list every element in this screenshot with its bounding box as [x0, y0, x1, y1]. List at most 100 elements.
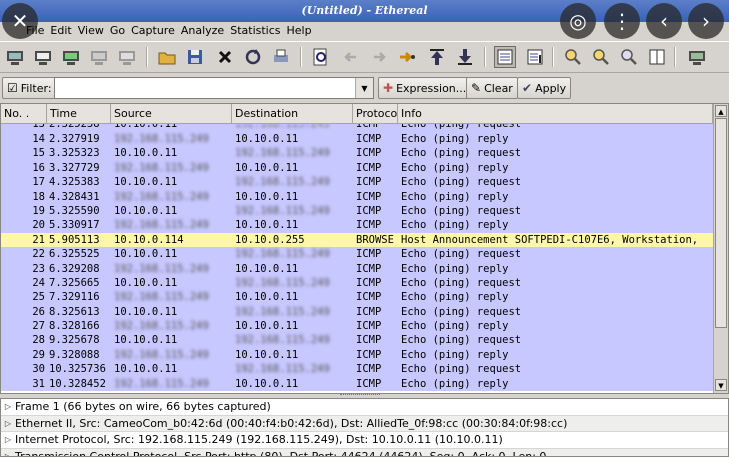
packet-row[interactable]: 23 6.329208 192.168.115.249 10.10.0.11 ICMP E… — [1, 261, 713, 276]
print-icon[interactable] — [270, 46, 292, 68]
packet-protocol: ICMP — [356, 190, 382, 203]
expand-triangle-icon[interactable]: ▷ — [1, 435, 15, 444]
zoom-in-icon[interactable] — [562, 46, 584, 68]
find-packet-icon[interactable] — [310, 46, 332, 68]
packet-no: 31 — [32, 377, 45, 390]
packet-row[interactable]: 18 4.328431 192.168.115.249 10.10.0.11 ICMP E… — [1, 189, 713, 204]
packet-row[interactable]: 13 2.325238 10.10.0.11 192.168.115.249 ICMP E… — [1, 124, 713, 132]
packet-no: 21 — [32, 233, 45, 246]
packet-time: 3.325323 — [49, 147, 100, 160]
zoom-normal-icon[interactable] — [618, 46, 640, 68]
column-header-no[interactable]: No. . — [1, 104, 47, 124]
packet-info: Echo (ping) request — [401, 147, 522, 160]
packet-destination: 10.10.0.11 — [235, 291, 299, 304]
capture-restart-icon[interactable] — [116, 46, 138, 68]
reload-icon[interactable] — [242, 46, 264, 68]
detail-row[interactable]: ▷ Ethernet II, Src: CameoCom_b0:42:6d (00… — [1, 415, 728, 432]
packet-list-scrollbar[interactable]: ▲ ▼ — [713, 104, 728, 393]
resize-columns-icon[interactable] — [646, 46, 668, 68]
clear-button[interactable]: ✎ Clear — [466, 77, 518, 99]
packet-row[interactable]: 22 6.325525 10.10.0.11 192.168.115.249 ICMP E… — [1, 247, 713, 262]
column-headers: No. . Time Source Destination Protocol I… — [1, 104, 713, 124]
column-header-info[interactable]: Info — [398, 104, 713, 124]
go-first-icon[interactable] — [426, 46, 448, 68]
go-back-icon[interactable] — [340, 46, 362, 68]
packet-row[interactable]: 14 2.327919 192.168.115.249 10.10.0.11 ICMP E… — [1, 132, 713, 147]
packet-row[interactable]: 29 9.328088 192.168.115.249 10.10.0.11 ICMP E… — [1, 347, 713, 363]
detail-row[interactable]: ▷ Frame 1 (66 bytes on wire, 66 bytes cap… — [1, 399, 728, 416]
expression-button[interactable]: ✚ Expression... — [378, 77, 472, 99]
packet-info: Echo (ping) reply — [401, 377, 509, 390]
packet-row[interactable]: 15 3.325323 10.10.0.11 192.168.115.249 ICMP E… — [1, 146, 713, 161]
scroll-up-arrow[interactable]: ▲ — [715, 105, 727, 117]
expand-triangle-icon[interactable]: ▷ — [1, 452, 15, 456]
menu-go[interactable]: Go — [108, 22, 129, 40]
packet-row[interactable]: 25 7.329116 192.168.115.249 10.10.0.11 ICMP E… — [1, 290, 713, 305]
packet-row[interactable]: 31 10.328452 192.168.115.249 10.10.0.11 ICMP… — [1, 376, 713, 392]
packet-source: 192.168.115.249 — [114, 161, 209, 174]
packet-no: 28 — [32, 334, 45, 347]
packet-info: Echo (ping) request — [401, 334, 522, 347]
column-header-time[interactable]: Time — [47, 104, 111, 124]
packet-row[interactable]: 21 5.905113 10.10.0.114 10.10.0.255 BROWSE Ho… — [1, 232, 713, 248]
scrollbar-thumb[interactable] — [715, 118, 727, 328]
zoom-out-icon[interactable] — [590, 46, 612, 68]
capture-stop-icon[interactable] — [88, 46, 110, 68]
packet-source: 192.168.115.249 — [114, 190, 209, 203]
packet-no: 16 — [32, 161, 45, 174]
apply-button[interactable]: ✔ Apply — [517, 77, 572, 99]
go-last-icon[interactable] — [454, 46, 476, 68]
expand-triangle-icon[interactable]: ▷ — [1, 402, 15, 411]
column-header-source[interactable]: Source — [111, 104, 232, 124]
menu-analyze[interactable]: Analyze — [179, 22, 228, 40]
menu-view[interactable]: View — [76, 22, 108, 40]
packet-row[interactable]: 19 5.325590 10.10.0.11 192.168.115.249 ICMP E… — [1, 203, 713, 219]
go-forward-icon[interactable] — [368, 46, 390, 68]
main-toolbar — [0, 41, 729, 73]
packet-row[interactable]: 27 8.328166 192.168.115.249 10.10.0.11 ICMP E… — [1, 319, 713, 334]
auto-scroll-icon[interactable] — [524, 46, 546, 68]
expand-triangle-icon[interactable]: ▷ — [1, 419, 15, 428]
capture-start-icon[interactable] — [60, 46, 82, 68]
capture-options-icon[interactable] — [32, 46, 54, 68]
packet-row[interactable]: 20 5.330917 192.168.115.249 10.10.0.11 ICMP E… — [1, 218, 713, 233]
packet-time: 7.325665 — [49, 276, 100, 289]
detail-row[interactable]: ▷ Internet Protocol, Src: 192.168.115.249… — [1, 432, 728, 449]
packet-protocol: ICMP — [356, 147, 382, 160]
filter-dropdown-arrow[interactable]: ▼ — [355, 78, 373, 98]
go-to-packet-icon[interactable] — [396, 46, 418, 68]
packet-info: Echo (ping) reply — [401, 348, 509, 361]
packet-row[interactable]: 28 9.325678 10.10.0.11 192.168.115.249 ICMP E… — [1, 333, 713, 348]
scroll-down-arrow[interactable]: ▼ — [715, 379, 727, 391]
packet-source: 192.168.115.249 — [114, 219, 209, 232]
open-file-icon[interactable] — [156, 46, 178, 68]
capture-interfaces-icon[interactable] — [4, 46, 26, 68]
packet-protocol: ICMP — [356, 248, 382, 261]
colorize-icon[interactable] — [494, 46, 516, 68]
close-file-icon[interactable] — [214, 46, 236, 68]
column-header-protocol[interactable]: Protocol — [353, 104, 398, 124]
column-header-destination[interactable]: Destination — [232, 104, 353, 124]
packet-row[interactable]: 26 8.325613 10.10.0.11 192.168.115.249 ICMP E… — [1, 304, 713, 320]
save-icon[interactable] — [184, 46, 206, 68]
menu-capture[interactable]: Capture — [129, 22, 179, 40]
packet-row[interactable]: 17 4.325383 10.10.0.11 192.168.115.249 ICMP E… — [1, 175, 713, 190]
packet-no: 29 — [32, 348, 45, 361]
filter-input[interactable]: ▼ — [54, 77, 374, 99]
menu-edit[interactable]: Edit — [48, 22, 75, 40]
packet-time: 9.325678 — [49, 334, 100, 347]
menu-file[interactable]: File — [4, 22, 48, 40]
filter-button[interactable]: ☑ Filter: — [2, 77, 57, 99]
detail-row[interactable]: ▷ Transmission Control Protocol, Src Port… — [1, 448, 728, 456]
capture-filters-icon[interactable] — [686, 46, 708, 68]
packet-time: 9.328088 — [49, 348, 100, 361]
packet-row[interactable]: 16 3.327729 192.168.115.249 10.10.0.11 ICMP E… — [1, 160, 713, 176]
packet-protocol: ICMP — [356, 176, 382, 189]
packet-destination: 192.168.115.249 — [235, 147, 330, 160]
packet-row[interactable]: 30 10.325736 10.10.0.11 192.168.115.249 ICMP… — [1, 362, 713, 377]
menu-help[interactable]: Help — [285, 22, 316, 40]
filter-toolbar: ☑ Filter: ▼ ✚ Expression... ✎ Clear ✔ Ap… — [0, 75, 729, 101]
packet-row[interactable]: 24 7.325665 10.10.0.11 192.168.115.249 ICMP E… — [1, 275, 713, 291]
checkmark-icon: ✔ — [522, 81, 533, 95]
menu-statistics[interactable]: Statistics — [228, 22, 284, 40]
